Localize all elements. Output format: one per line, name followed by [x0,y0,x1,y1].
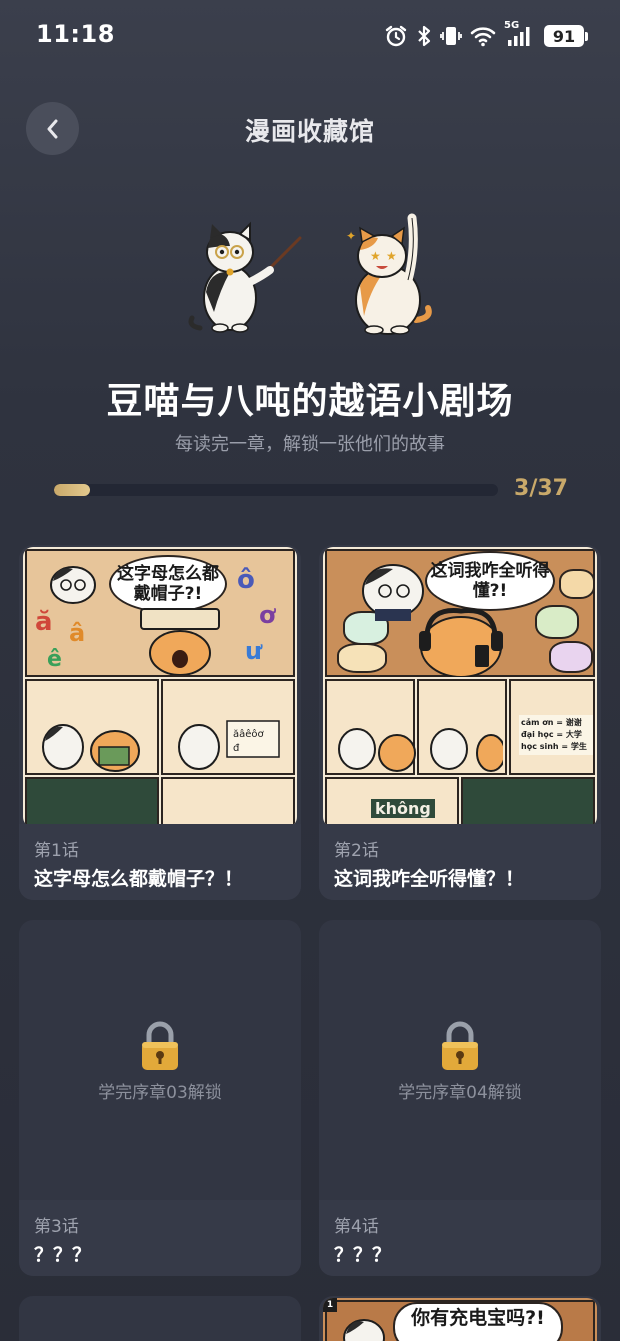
lock-icon [142,1021,178,1070]
hero-subtitle: 每读完一章，解锁一张他们的故事 [175,434,445,455]
progress-count: 3/37 [514,476,568,501]
status-bar: 11:18 5G 91 [0,0,620,72]
episode-4-footer: 第4话 ？？？ [319,1200,601,1276]
page-title: 漫画收藏馆 [244,117,375,146]
episode-2-footer: 第2话 这词我咋全听得懂？！ [319,824,601,900]
episode-title: 这字母怎么都戴帽子？！ [34,868,244,890]
comic-letter: ô [237,565,255,595]
bluetooth-icon [416,23,432,49]
signal-icon: 5G [504,20,536,49]
battery-icon: 91 [544,25,588,47]
wifi-icon [470,23,496,49]
episode-number: 第2话 [334,841,379,861]
lock-hint: 学完序章04解锁 [398,1083,522,1103]
comic-letter: ê [47,647,62,672]
comic-letter: â [69,619,86,647]
svg-text:★: ★ [386,249,397,263]
svg-text:ăâêôơ: ăâêôơ [233,728,265,740]
comic-word: cảm ơn = 谢谢 [521,718,582,727]
hero-illustration: ★ ★ ✦ [180,200,440,340]
comic-letter: ơ [259,601,276,629]
episode-card-3[interactable]: 学完序章03解锁 第3话 ？？？ [19,920,301,1276]
comic-word: đại học = 大学 [521,730,582,739]
episode-card-6[interactable]: 1 你有充电宝吗?! [319,1296,601,1341]
svg-text:✦: ✦ [346,229,356,243]
episode-card-4[interactable]: 学完序章04解锁 第4话 ？？？ [319,920,601,1276]
locked-placeholder: 学完序章04解锁 [319,920,601,1200]
episode-1-footer: 第1话 这字母怎么都戴帽子？！ [19,824,301,900]
comic-word: học sinh = 学生 [521,742,587,751]
comic-word: không [371,799,435,818]
svg-text:★: ★ [370,249,381,263]
lock-hint: 学完序章03解锁 [98,1083,222,1103]
episode-card-2[interactable]: 这词我咋全听得懂?! cảm ơn = 谢谢 đại học = 大学 học … [319,545,601,900]
vibrate-icon [440,23,462,49]
collection-progress-bar [54,484,498,496]
svg-text:đ: đ [233,743,240,754]
locked-placeholder: 学完序章03解锁 [19,920,301,1200]
episode-title: ？？？ [34,1244,92,1266]
alarm-icon [384,23,408,49]
episode-title: ？？？ [334,1244,392,1266]
episode-number: 第1话 [34,841,79,861]
episode-1-comic-thumbnail: 这字母怎么都戴帽子?! ô ơ ư ă â ê ăâêôơ đ [23,547,297,827]
episode-number: 第3话 [34,1217,79,1237]
progress-fill [54,484,90,496]
episode-3-footer: 第3话 ？？？ [19,1200,301,1276]
badun-cat: ★ ★ ✦ [346,213,432,335]
comic-caption: 你有充电宝吗?! [393,1302,563,1341]
status-icons: 5G 91 [384,20,588,50]
comic-letter: ă [35,607,53,637]
episode-title: 这词我咋全听得懂？！ [334,868,525,890]
hero-title: 豆喵与八吨的越语小剧场 [106,381,514,422]
episode-2-comic-thumbnail: 这词我咋全听得懂?! cảm ơn = 谢谢 đại học = 大学 học … [323,547,597,827]
network-type: 5G [504,20,520,31]
doumiao-cat [188,221,274,333]
episode-card-5[interactable] [19,1296,301,1341]
lock-icon [442,1021,478,1070]
episode-6-comic-thumbnail: 1 你有充电宝吗?! [323,1298,597,1341]
episode-card-1[interactable]: 这字母怎么都戴帽子?! ô ơ ư ă â ê ăâêôơ đ 第1话 这字母怎么… [19,545,301,900]
episode-number: 第4话 [334,1217,379,1237]
comic-letter: ư [245,637,263,665]
status-time: 11:18 [36,20,115,48]
battery-level: 91 [544,25,584,47]
